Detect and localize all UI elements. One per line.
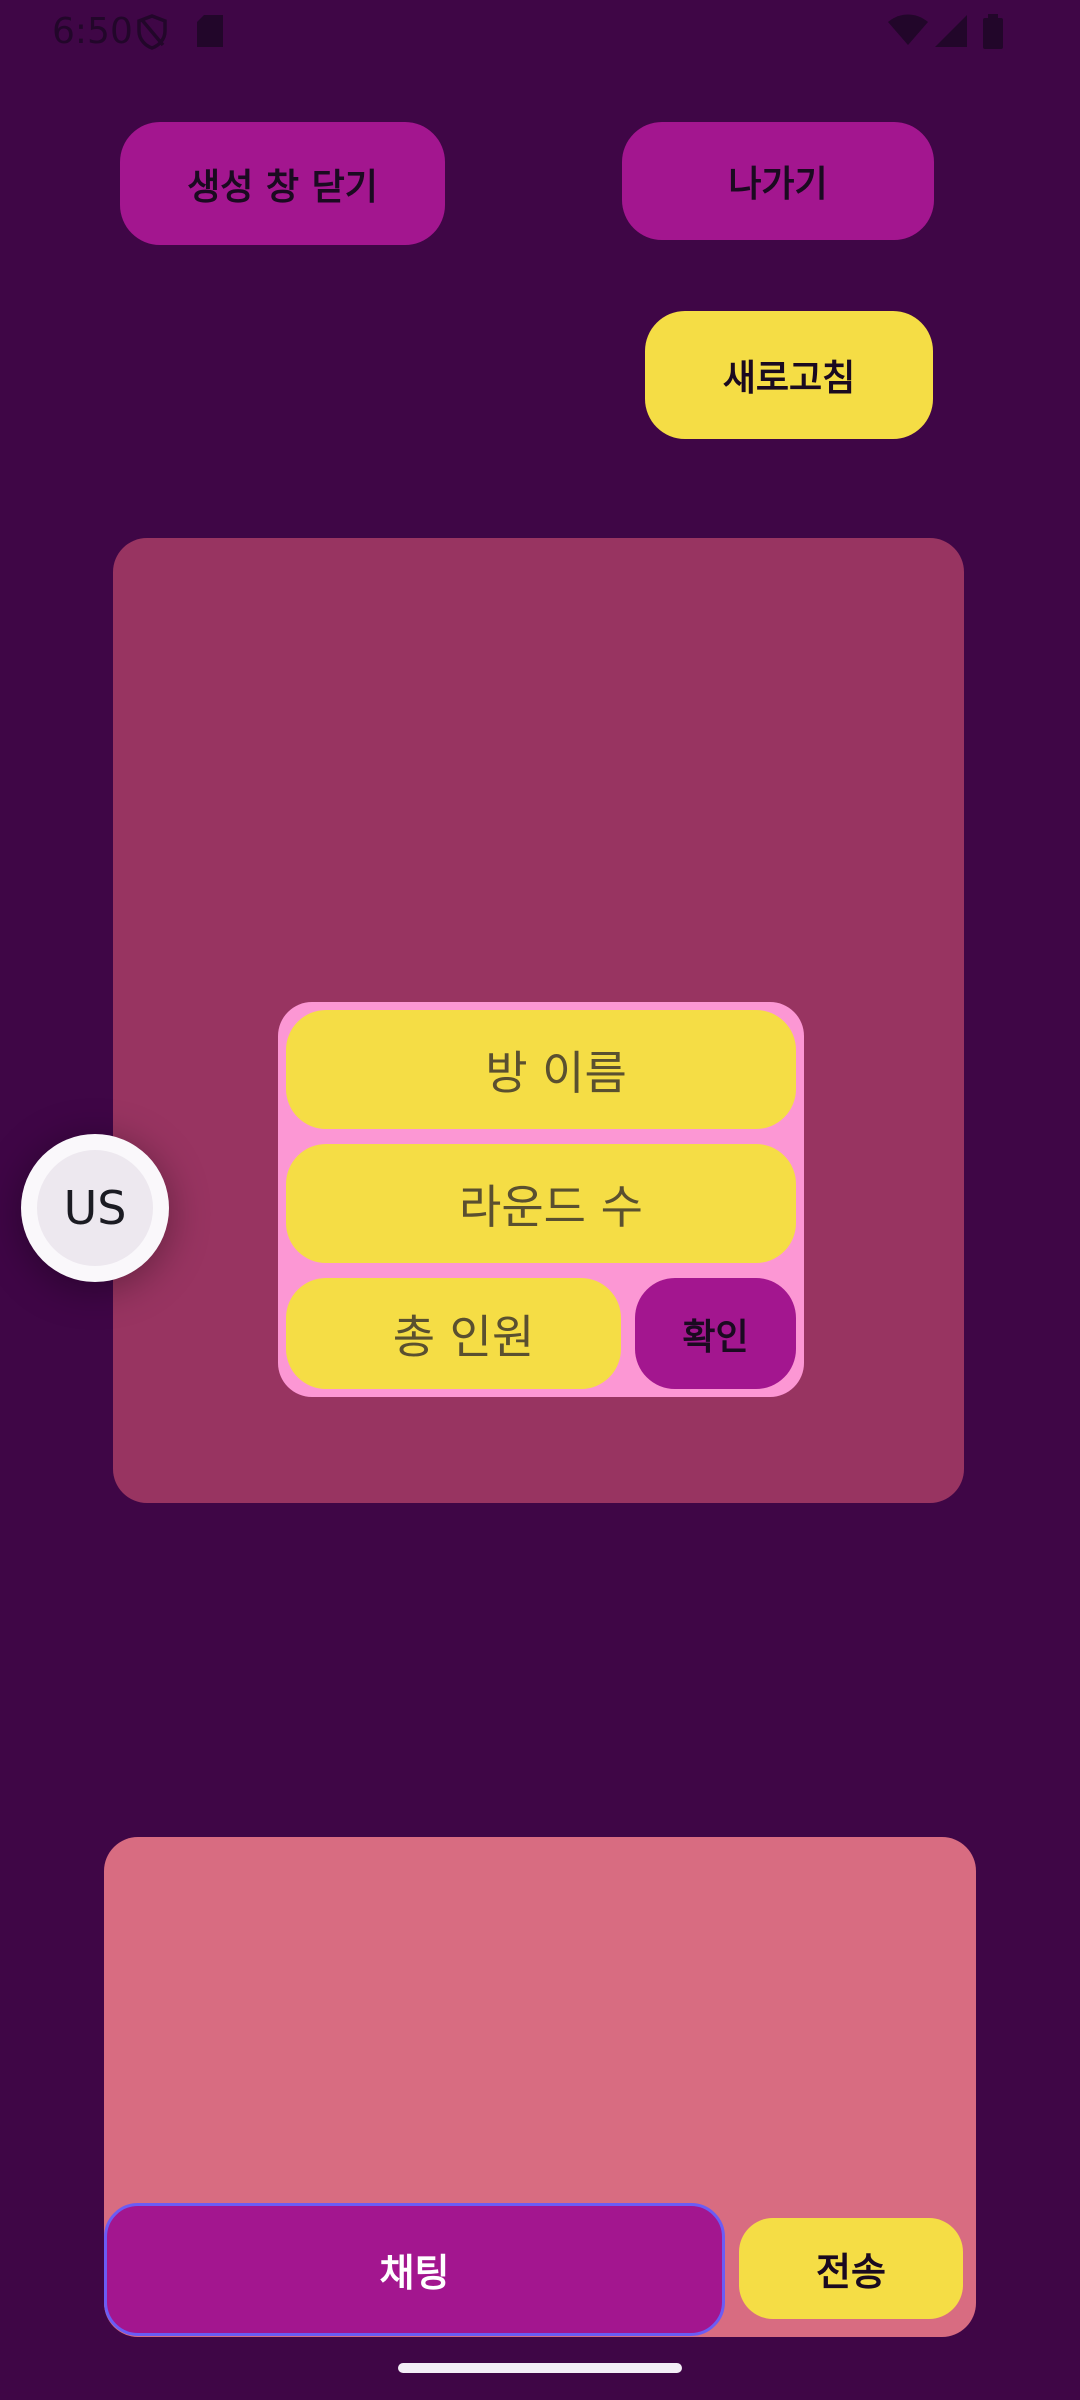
avatar[interactable]: US [21, 1134, 169, 1282]
send-button[interactable]: 전송 [739, 2218, 963, 2319]
exit-button[interactable]: 나가기 [622, 122, 934, 240]
battery-icon [983, 14, 1003, 49]
home-indicator[interactable] [398, 2363, 682, 2373]
total-players-field[interactable]: 총 인원 [286, 1278, 621, 1389]
shield-icon [137, 14, 167, 50]
signal-icon [935, 15, 967, 47]
confirm-button[interactable]: 확인 [635, 1278, 796, 1389]
status-time: 6:50 [52, 11, 133, 52]
sd-card-icon [197, 15, 223, 47]
avatar-initials: US [37, 1150, 153, 1266]
close-create-button[interactable]: 생성 창 닫기 [120, 122, 445, 245]
room-name-field[interactable]: 방 이름 [286, 1010, 796, 1129]
rounds-field[interactable]: 라운드 수 [286, 1144, 796, 1263]
wifi-icon [888, 14, 928, 45]
refresh-button[interactable]: 새로고침 [645, 311, 933, 439]
chat-input[interactable]: 채팅 [104, 2203, 725, 2336]
